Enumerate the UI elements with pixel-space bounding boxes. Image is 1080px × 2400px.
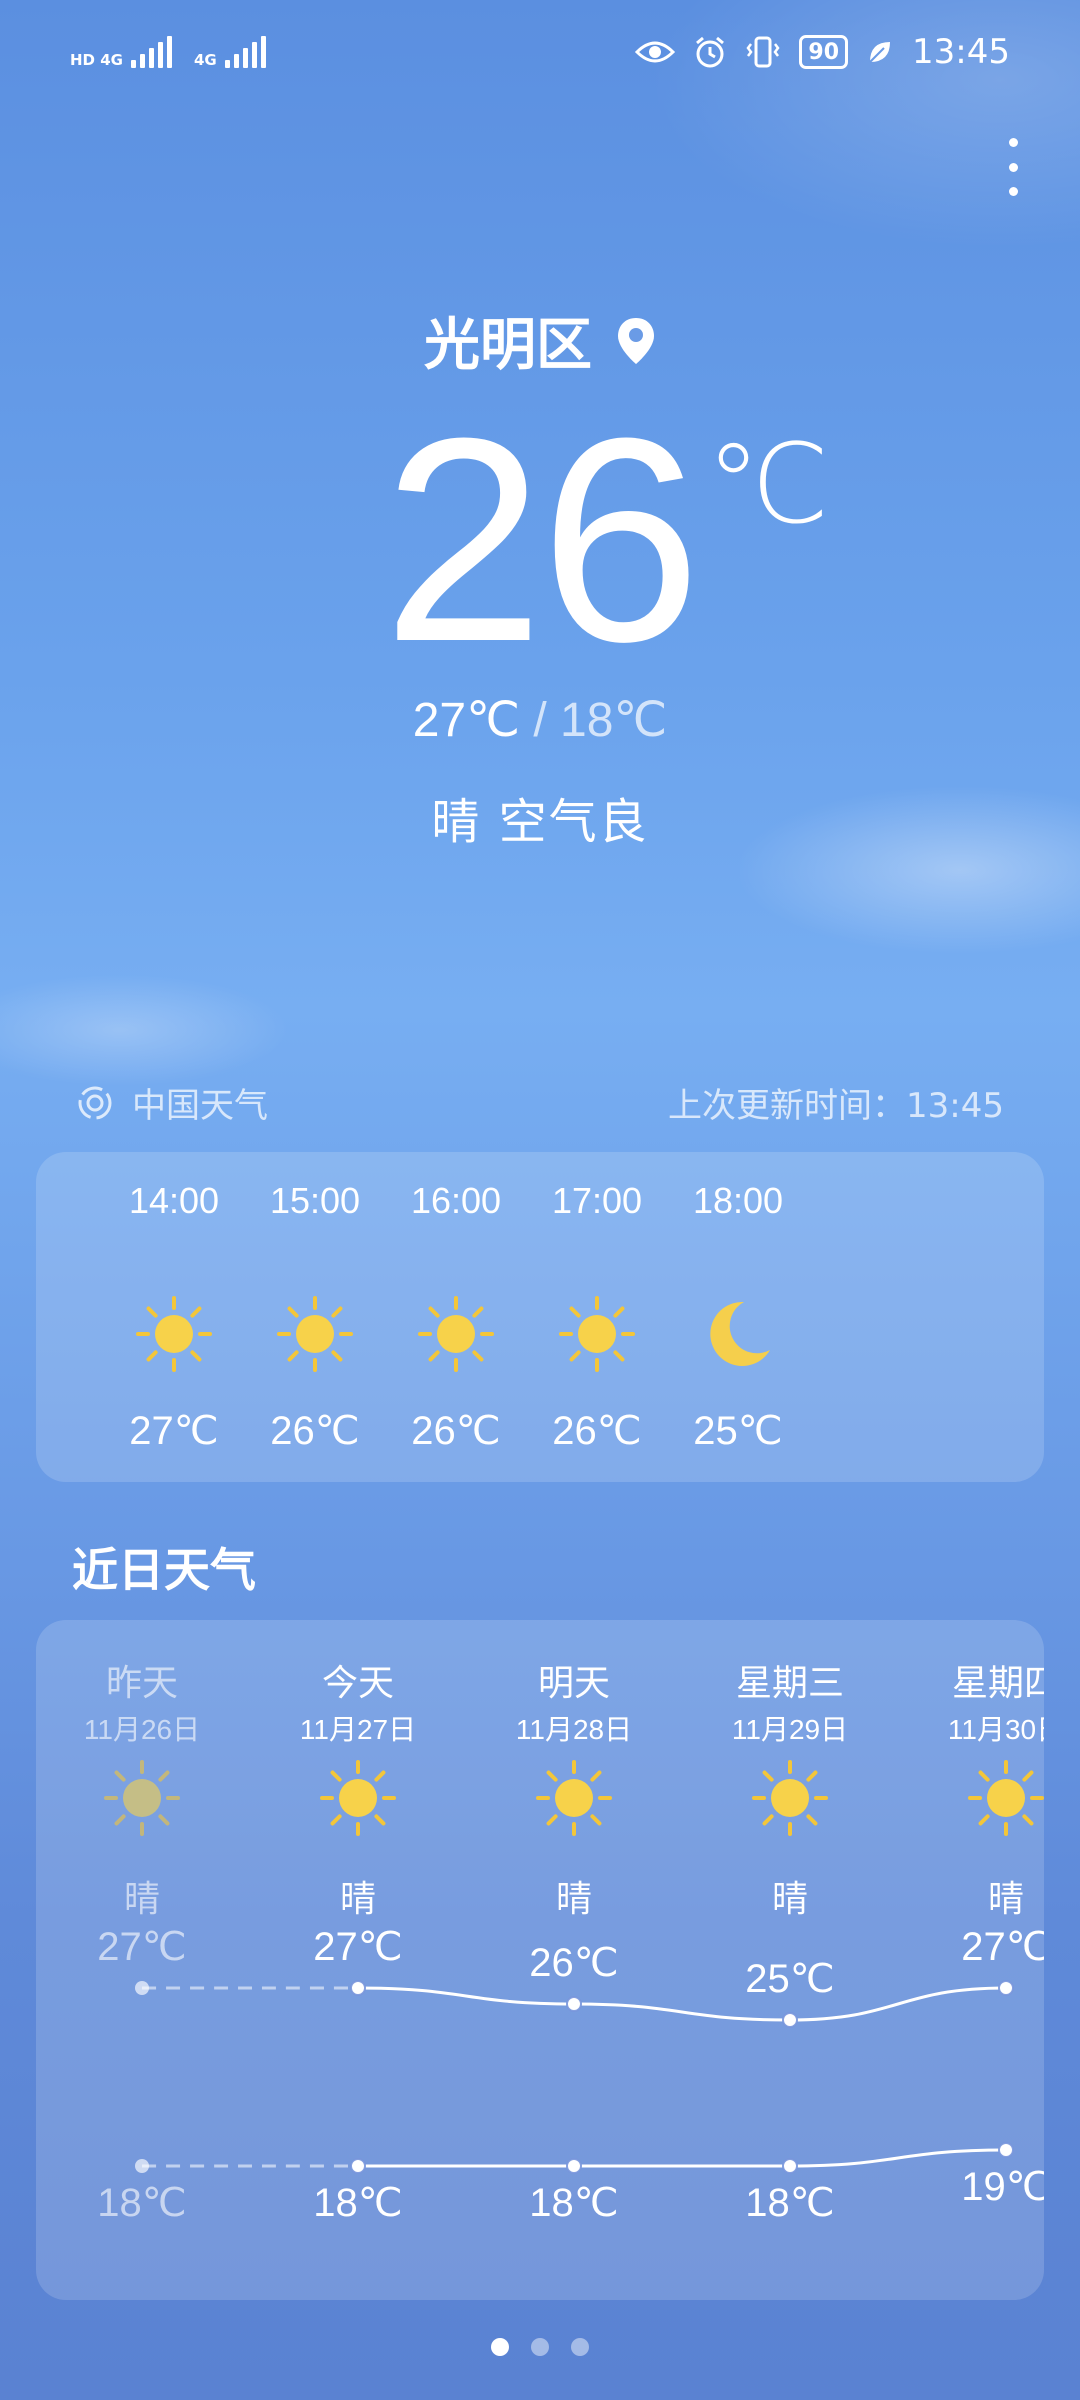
location-pin-icon <box>618 317 654 364</box>
daily-condition: 晴 <box>339 1879 376 1920</box>
daily-low-label: 18℃ <box>97 2181 187 2225</box>
dot-icon <box>1008 187 1018 196</box>
daily-condition: 晴 <box>123 1879 160 1920</box>
sun-icon <box>104 1760 180 1836</box>
status-right: 90 13:45 <box>635 32 1010 72</box>
source-name: 中国天气 <box>132 1086 268 1126</box>
daily-day: 星期四 <box>951 1663 1044 1704</box>
daily-high-label: 27℃ <box>313 1925 403 1969</box>
source-row: 中国天气 上次更新时间：13:45 <box>76 1078 1004 1127</box>
status-bar: HD 4G 4G 90 13:45 <box>0 0 1080 104</box>
page-dot[interactable] <box>531 2338 549 2356</box>
sun-icon <box>418 1296 494 1372</box>
location-name: 光明区 <box>424 313 592 378</box>
battery-level: 90 <box>808 39 840 65</box>
page-dot[interactable] <box>571 2338 589 2356</box>
signal-bar <box>224 60 230 68</box>
daily-forecast-card[interactable]: 昨天 11月26日晴 27℃ 18℃ 今天 11月27日晴 27℃ 18℃ 明天 11月28日晴 2… <box>36 1620 1044 2300</box>
sim2-signal: 4G <box>194 36 266 68</box>
sun-icon <box>752 1760 828 1836</box>
daily-date: 11月26日 <box>83 1714 201 1745</box>
sun-icon <box>559 1296 635 1372</box>
daily-high-label: 26℃ <box>529 1941 619 1985</box>
daily-item: 今天 11月27日晴 27℃ 18℃ <box>268 1620 448 2300</box>
location-header[interactable]: 光明区 <box>0 300 1080 381</box>
current-temp-unit: ℃ <box>706 420 830 548</box>
daily-day: 星期三 <box>735 1663 844 1704</box>
current-temperature: 26 ℃ <box>0 395 1080 685</box>
signal-bar <box>130 60 136 68</box>
daily-day: 今天 <box>321 1663 394 1704</box>
page-indicator[interactable] <box>0 2338 1080 2356</box>
battery-icon: 90 <box>799 35 849 69</box>
low-temp-line <box>358 2148 1007 2168</box>
signal-bar <box>233 54 239 68</box>
signal-bar <box>260 36 266 68</box>
daily-low-label: 18℃ <box>745 2181 835 2225</box>
daily-item: 星期四 11月30日晴 27℃ 19℃ <box>916 1620 1044 2300</box>
today-temp-range: 27℃ / 18℃ <box>0 692 1080 748</box>
daily-day: 昨天 <box>105 1663 178 1704</box>
current-condition: 晴 空气良 <box>431 794 649 850</box>
eye-icon <box>635 41 676 63</box>
hourly-temp: 25℃ <box>693 1409 783 1453</box>
daily-day: 明天 <box>537 1663 610 1704</box>
signal-bar <box>242 48 248 68</box>
daily-high-label: 25℃ <box>745 1957 835 2001</box>
status-time: 13:45 <box>912 32 1010 72</box>
signal-bar <box>166 36 172 68</box>
hourly-item: 18:00 25℃ <box>648 1152 828 1482</box>
china-weather-logo-icon <box>78 1086 112 1119</box>
alarm-icon <box>696 36 725 68</box>
sun-icon <box>136 1296 212 1372</box>
daily-condition: 晴 <box>771 1879 808 1920</box>
today-high: 27℃ <box>412 694 520 747</box>
hourly-time: 18:00 <box>692 1180 784 1221</box>
daily-item: 明天 11月28日晴 26℃ 18℃ <box>484 1620 664 2300</box>
daily-high-label: 27℃ <box>961 1925 1044 1969</box>
signal-bar <box>148 48 154 68</box>
sim2-network-tag: 4G <box>193 51 217 69</box>
daily-condition: 晴 <box>555 1879 592 1920</box>
dot-icon <box>1008 138 1018 147</box>
last-updated: 上次更新时间：13:45 <box>668 1086 1004 1126</box>
weather-source: 中国天气 <box>76 1078 268 1127</box>
more-menu-button[interactable] <box>998 132 1028 202</box>
sim1-network-tag: HD 4G <box>70 51 123 69</box>
today-low: 18℃ <box>560 694 668 747</box>
current-temp-value: 26 <box>382 378 702 702</box>
vibrate-icon <box>746 36 780 68</box>
daily-date: 11月27日 <box>299 1714 417 1745</box>
daily-condition: 晴 <box>987 1879 1024 1920</box>
daily-date: 11月30日 <box>947 1714 1044 1745</box>
signal-bar <box>139 54 145 68</box>
range-separator: / <box>533 694 547 747</box>
daily-item: 昨天 11月26日晴 27℃ 18℃ <box>52 1620 232 2300</box>
sun-icon <box>277 1296 353 1372</box>
hourly-forecast-card[interactable]: 14:00 27℃ 15:00 26℃ 16:00 26℃ 17:00 26℃ 18:00 25℃ <box>36 1152 1044 1482</box>
daily-date: 11月29日 <box>731 1714 849 1745</box>
high-temp-line <box>357 1986 1007 2022</box>
daily-low-label: 18℃ <box>313 2181 403 2225</box>
signal-indicators: HD 4G 4G <box>70 36 266 68</box>
daily-low-label: 19℃ <box>961 2165 1044 2209</box>
page-dot[interactable] <box>491 2338 509 2356</box>
sun-icon <box>320 1760 396 1836</box>
dot-icon <box>1008 162 1018 172</box>
sun-icon <box>536 1760 612 1836</box>
daily-item: 星期三 11月29日晴 25℃ 18℃ <box>700 1620 880 2300</box>
leaf-icon <box>869 42 891 63</box>
daily-date: 11月28日 <box>515 1714 633 1745</box>
section-title-recent-weather: 近日天气 <box>72 1543 256 1597</box>
daily-low-label: 18℃ <box>529 2181 619 2225</box>
signal-bar <box>251 42 257 68</box>
moon-icon <box>710 1301 770 1366</box>
sun-icon <box>968 1760 1044 1836</box>
sim1-signal: HD 4G <box>70 36 172 68</box>
daily-high-label: 27℃ <box>97 1925 187 1969</box>
signal-bar <box>157 42 163 68</box>
